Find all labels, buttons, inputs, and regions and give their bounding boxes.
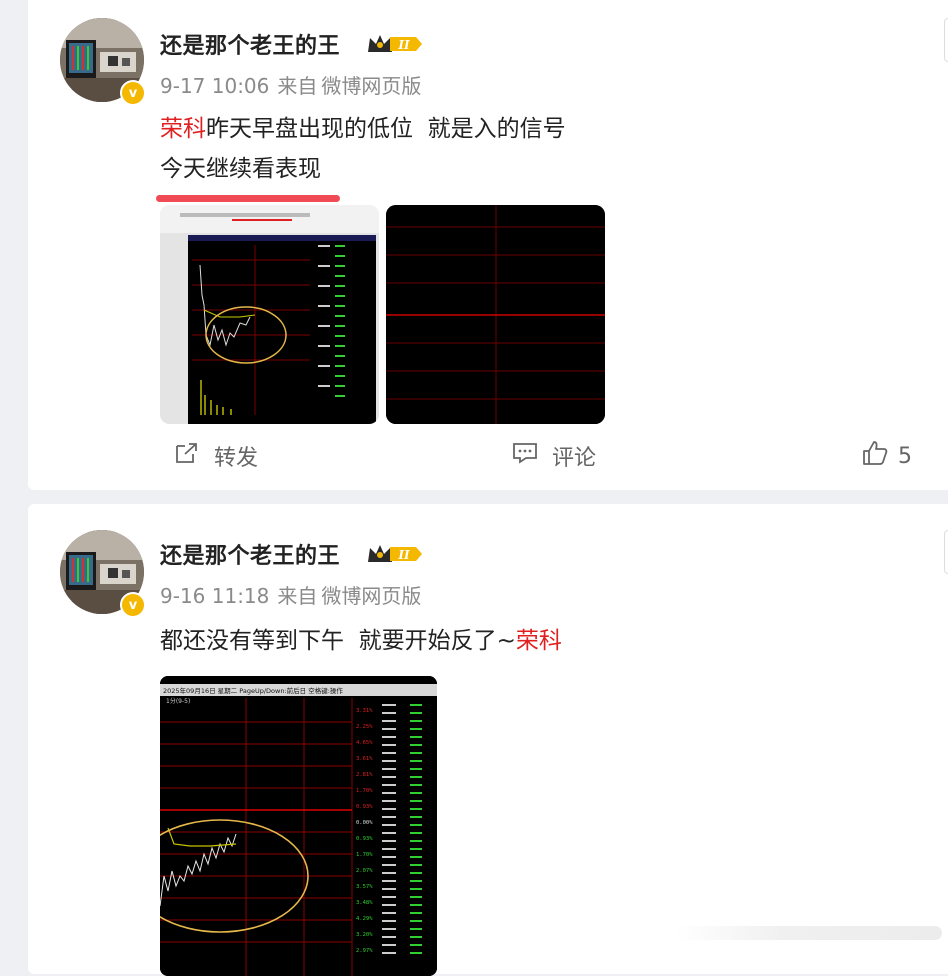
post-text-main: 都还没有等到下午 就要开始反了~ xyxy=(160,628,516,654)
svg-text:1.70%: 1.70% xyxy=(356,852,373,858)
comment-label: 评论 xyxy=(552,446,597,471)
source-prefix: 来自 xyxy=(277,584,318,608)
post-source: 微博网页版 xyxy=(321,584,422,608)
svg-text:3.48%: 3.48% xyxy=(356,900,373,906)
stock-topic-link[interactable]: 荣科 xyxy=(160,116,206,142)
svg-text:0.93%: 0.93% xyxy=(356,836,373,842)
read-count-box: 1, 阅 xyxy=(944,18,948,62)
source-prefix: 来自 xyxy=(277,74,318,98)
svg-text:4.29%: 4.29% xyxy=(356,916,373,922)
verified-v-icon: v xyxy=(120,80,146,106)
thumbs-up-icon xyxy=(862,440,888,472)
post-text: 荣科昨天早盘出现的低位 就是入的信号 xyxy=(160,110,566,148)
svg-text:3.20%: 3.20% xyxy=(356,932,373,938)
post-text-line2: 今天继续看表现 xyxy=(160,156,321,182)
chart-period-label: 1分(9-5) xyxy=(166,697,190,705)
svg-text:3.57%: 3.57% xyxy=(356,884,373,890)
crown-icon[interactable]: II xyxy=(366,32,424,56)
weibo-post-card: v 还是那个老王的王 II 9-17 10:06 来自 微博网页版 荣科昨天早盘出现… xyxy=(28,0,948,490)
post-source: 微博网页版 xyxy=(321,74,422,98)
stock-topic-link[interactable]: 荣科 xyxy=(516,628,562,654)
svg-text:0.93%: 0.93% xyxy=(356,804,373,810)
svg-text:3.31%: 3.31% xyxy=(356,708,373,714)
like-count: 5 xyxy=(898,443,912,469)
svg-text:0.00%: 0.00% xyxy=(356,820,373,826)
repost-button[interactable]: 转发 xyxy=(174,440,258,472)
vip-level-label: II xyxy=(397,38,410,52)
post-image-1[interactable] xyxy=(160,205,379,424)
svg-text:3.61%: 3.61% xyxy=(356,756,373,762)
post-image-2[interactable] xyxy=(386,205,605,424)
read-count-box: 6 阅 xyxy=(944,530,948,574)
svg-text:2.07%: 2.07% xyxy=(356,868,373,874)
share-square-icon xyxy=(174,441,200,471)
post-time[interactable]: 9-16 11:18 xyxy=(160,584,269,608)
verified-v-icon: v xyxy=(120,592,146,618)
svg-text:4.65%: 4.65% xyxy=(356,740,373,746)
comment-bubble-icon xyxy=(512,441,538,471)
post-meta: 9-17 10:06 来自 微博网页版 xyxy=(160,70,429,99)
svg-text:2.25%: 2.25% xyxy=(356,724,373,730)
repost-label: 转发 xyxy=(214,446,259,471)
floating-scrollbar[interactable] xyxy=(676,926,942,940)
like-button[interactable]: 5 xyxy=(862,440,912,472)
annotation-underline xyxy=(156,195,340,202)
post-image-chart[interactable]: 2025年09月16日 星期二 PageUp/Down:前后日 空格键:操作 1… xyxy=(160,676,437,976)
chart-header-text: 2025年09月16日 星期二 PageUp/Down:前后日 空格键:操作 xyxy=(163,686,343,695)
post-text: 都还没有等到下午 就要开始反了~荣科 xyxy=(160,622,562,660)
svg-text:1.70%: 1.70% xyxy=(356,788,373,794)
svg-text:2.81%: 2.81% xyxy=(356,772,373,778)
post-text-line1: 昨天早盘出现的低位 就是入的信号 xyxy=(206,116,566,142)
crown-icon[interactable]: II xyxy=(366,542,424,566)
username[interactable]: 还是那个老王的王 xyxy=(160,28,340,60)
username[interactable]: 还是那个老王的王 xyxy=(160,538,340,570)
vip-level-label: II xyxy=(397,548,410,562)
svg-text:2.97%: 2.97% xyxy=(356,948,373,954)
weibo-post-card: v 还是那个老王的王 II 9-16 11:18 来自 微博网页版 都还没有等到下午… xyxy=(28,504,948,976)
post-meta: 9-16 11:18 来自 微博网页版 xyxy=(160,580,429,609)
comment-button[interactable]: 评论 xyxy=(512,440,596,472)
post-time[interactable]: 9-17 10:06 xyxy=(160,74,269,98)
